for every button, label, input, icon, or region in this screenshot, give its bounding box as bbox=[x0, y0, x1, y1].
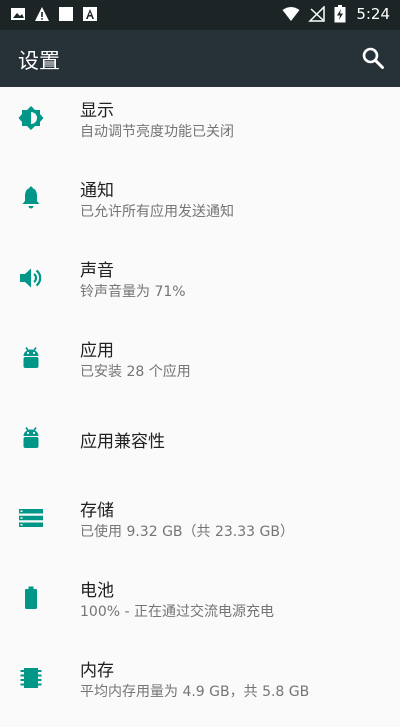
settings-item-app-compatibility[interactable]: 应用兼容性 bbox=[0, 407, 400, 487]
item-title: 声音 bbox=[80, 261, 114, 281]
android-icon bbox=[23, 427, 39, 448]
settings-item-battery[interactable]: 电池 100% - 正在通过交流电源充电 bbox=[0, 567, 400, 647]
image-icon bbox=[11, 8, 25, 20]
status-bar-notifications bbox=[10, 6, 98, 22]
item-subtitle: 100% - 正在通过交流电源充电 bbox=[80, 604, 274, 620]
settings-item-storage[interactable]: 存储 已使用 9.32 GB（共 23.33 GB） bbox=[0, 487, 400, 567]
item-title: 电池 bbox=[80, 581, 114, 601]
storage-icon bbox=[19, 509, 43, 527]
brightness-icon bbox=[18, 106, 44, 130]
app-bar: 设置 bbox=[0, 30, 400, 87]
settings-item-memory[interactable]: 内存 平均内存用量为 4.9 GB，共 5.8 GB bbox=[0, 647, 400, 727]
font-icon bbox=[83, 7, 97, 21]
status-bar-system: 5:24 bbox=[282, 5, 390, 23]
volume-icon bbox=[20, 268, 42, 288]
settings-item-notifications[interactable]: 通知 已允许所有应用发送通知 bbox=[0, 167, 400, 247]
item-title: 应用兼容性 bbox=[80, 432, 165, 452]
item-subtitle: 铃声音量为 71% bbox=[80, 284, 186, 300]
item-subtitle: 平均内存用量为 4.9 GB，共 5.8 GB bbox=[80, 684, 310, 700]
item-subtitle: 自动调节亮度功能已关闭 bbox=[80, 124, 234, 140]
warning-icon bbox=[35, 7, 49, 21]
page-title: 设置 bbox=[18, 49, 60, 73]
status-bar: 5:24 bbox=[0, 0, 400, 30]
battery-charging-icon bbox=[334, 5, 346, 23]
android-icon bbox=[23, 347, 39, 368]
settings-item-display[interactable]: 显示 自动调节亮度功能已关闭 bbox=[0, 87, 400, 167]
search-icon[interactable] bbox=[360, 45, 386, 71]
settings-item-sound[interactable]: 声音 铃声音量为 71% bbox=[0, 247, 400, 327]
settings-item-apps[interactable]: 应用 已安装 28 个应用 bbox=[0, 327, 400, 407]
item-title: 显示 bbox=[80, 101, 114, 121]
item-title: 通知 bbox=[80, 181, 114, 201]
no-signal-icon bbox=[308, 6, 326, 22]
item-subtitle: 已安装 28 个应用 bbox=[80, 364, 191, 380]
stop-icon bbox=[59, 7, 73, 21]
wifi-icon bbox=[282, 7, 300, 21]
status-bar-time: 5:24 bbox=[356, 5, 390, 23]
memory-icon bbox=[20, 668, 42, 688]
item-subtitle: 已允许所有应用发送通知 bbox=[80, 204, 234, 220]
item-title: 应用 bbox=[80, 341, 114, 361]
bell-icon bbox=[22, 186, 40, 209]
item-subtitle: 已使用 9.32 GB（共 23.33 GB） bbox=[80, 524, 294, 540]
item-title: 存储 bbox=[80, 501, 114, 521]
battery-icon bbox=[25, 586, 37, 609]
item-title: 内存 bbox=[80, 661, 114, 681]
